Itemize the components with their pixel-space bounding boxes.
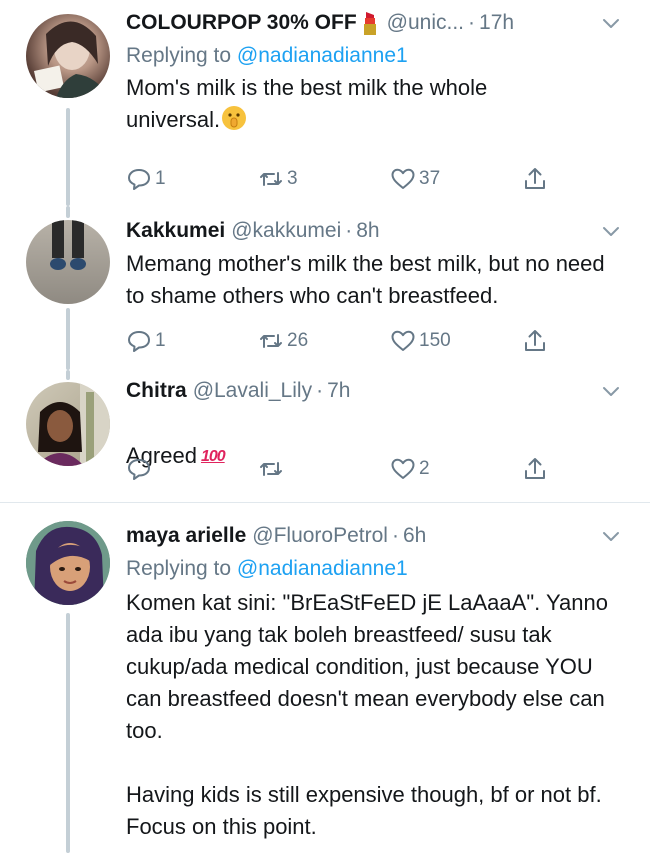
like-count: 37 xyxy=(419,168,441,189)
share-button[interactable] xyxy=(522,166,548,192)
display-name[interactable]: Chitra xyxy=(126,374,187,408)
like-count: 2 xyxy=(419,458,430,479)
retweet-count: 3 xyxy=(287,168,298,189)
like-button[interactable]: 37 xyxy=(390,166,440,192)
shushing-face-icon xyxy=(222,106,247,130)
avatar-image xyxy=(50,220,86,270)
user-handle[interactable]: @unic... xyxy=(387,6,464,40)
user-handle[interactable]: @kakkumei xyxy=(231,214,341,248)
timestamp[interactable]: 6h xyxy=(403,519,426,553)
share-icon xyxy=(525,458,545,479)
heart-icon xyxy=(391,330,415,351)
heart-icon xyxy=(391,458,415,479)
tweet-2[interactable]: Kakkumei @kakkumei · 8h Memang mother's … xyxy=(0,206,650,370)
thread-line xyxy=(66,108,70,206)
like-button[interactable]: 2 xyxy=(390,456,430,482)
tweet-text: Komen kat sini: "BrEaStFeED jE LaAaaA". … xyxy=(126,590,608,839)
reply-icon xyxy=(128,169,150,190)
separator-dot: · xyxy=(391,524,399,547)
like-button[interactable]: 150 xyxy=(390,328,451,354)
avatar-chitra[interactable] xyxy=(26,382,110,466)
tweet-text-content: Mom's milk is the best milk the whole un… xyxy=(126,75,488,132)
avatar-image xyxy=(26,521,110,605)
display-name[interactable]: COLOURPOP 30% OFF xyxy=(126,6,357,40)
avatar-maya-arielle[interactable] xyxy=(26,521,110,605)
thread-line xyxy=(66,370,70,380)
reply-button[interactable] xyxy=(126,456,155,482)
separator-dot: · xyxy=(316,379,324,402)
chevron-down-icon[interactable] xyxy=(600,220,622,242)
heart-icon xyxy=(391,168,415,189)
display-name[interactable]: maya arielle xyxy=(126,519,246,553)
thread-line xyxy=(66,613,70,853)
chevron-down-icon[interactable] xyxy=(600,380,622,402)
lipstick-icon xyxy=(363,10,377,36)
chevron-down-icon[interactable] xyxy=(600,525,622,547)
retweet-icon xyxy=(260,334,282,348)
like-count: 150 xyxy=(419,330,451,351)
avatar-image xyxy=(33,21,110,98)
retweet-button[interactable]: 3 xyxy=(258,166,298,192)
timestamp[interactable]: 8h xyxy=(356,214,379,248)
reply-button[interactable]: 1 xyxy=(126,166,166,192)
reply-icon xyxy=(128,331,150,352)
chevron-down-icon[interactable] xyxy=(600,12,622,34)
reply-button[interactable]: 1 xyxy=(126,328,166,354)
avatar-kakkumei[interactable] xyxy=(26,220,110,304)
share-icon xyxy=(525,330,545,351)
thread-line xyxy=(66,206,70,218)
separator-dot: · xyxy=(345,219,353,242)
replying-mention[interactable]: @nadianadianne1 xyxy=(237,44,408,67)
reply-count: 1 xyxy=(155,168,166,189)
tweet-actions: 1 3 37 xyxy=(126,164,566,194)
reply-icon xyxy=(128,459,150,480)
share-button[interactable] xyxy=(522,456,548,482)
display-name[interactable]: Kakkumei xyxy=(126,214,225,248)
share-button[interactable] xyxy=(522,328,548,354)
tweet-3[interactable]: Chitra @Lavali_Lily · 7h Agreed 100 2 xyxy=(0,370,650,502)
timestamp[interactable]: 7h xyxy=(327,374,350,408)
reply-count: 1 xyxy=(155,330,166,351)
replying-to: Replying to @nadianadianne1 xyxy=(126,40,622,72)
timestamp[interactable]: 17h xyxy=(479,6,514,40)
replying-prefix: Replying to xyxy=(126,44,232,67)
retweet-count: 26 xyxy=(287,330,309,351)
tweet-actions: 1 26 150 xyxy=(126,326,566,356)
separator-dot: · xyxy=(468,11,476,34)
user-handle[interactable]: @Lavali_Lily xyxy=(193,374,312,408)
replying-prefix: Replying to xyxy=(126,557,232,580)
replying-to: Replying to @nadianadianne1 xyxy=(126,553,622,585)
tweet-text: Memang mother's milk the best milk, but … xyxy=(126,251,605,308)
tweet-1[interactable]: COLOURPOP 30% OFF @unic... · 17h Replyin… xyxy=(0,0,650,206)
user-handle[interactable]: @FluoroPetrol xyxy=(252,519,388,553)
avatar-colourpop[interactable] xyxy=(26,14,110,98)
retweet-icon xyxy=(260,172,282,186)
retweet-button[interactable]: 26 xyxy=(258,328,308,354)
replying-mention[interactable]: @nadianadianne1 xyxy=(237,557,408,580)
retweet-icon xyxy=(260,462,282,476)
retweet-button[interactable] xyxy=(258,456,287,482)
tweet-text: Mom's milk is the best milk the whole un… xyxy=(126,72,566,136)
thread-line xyxy=(66,308,70,370)
tweet-actions: 2 xyxy=(126,454,566,484)
tweet-4[interactable]: maya arielle @FluoroPetrol · 6h Replying… xyxy=(0,503,650,853)
share-icon xyxy=(525,168,545,189)
avatar-image xyxy=(36,382,110,466)
